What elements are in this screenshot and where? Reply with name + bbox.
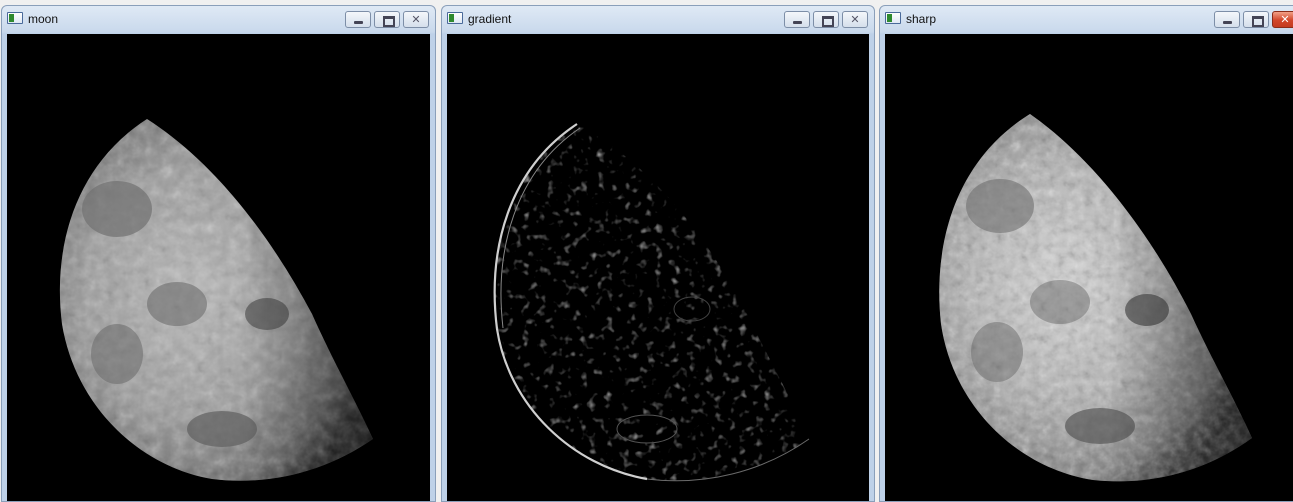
window-title: gradient [468, 12, 512, 26]
close-button[interactable]: ✕ [1272, 11, 1293, 28]
window-title: moon [28, 12, 59, 26]
close-button[interactable]: ✕ [842, 11, 868, 28]
gradient-image [493, 123, 810, 482]
sharp-image-canvas [885, 34, 1293, 501]
minimize-button[interactable] [345, 11, 371, 28]
moon-image-canvas [7, 34, 430, 501]
maximize-button[interactable] [1243, 11, 1269, 28]
close-icon: ✕ [1280, 13, 1290, 26]
moon-window[interactable]: moon ✕ [1, 5, 436, 502]
minimize-button[interactable] [1214, 11, 1240, 28]
app-window-icon [447, 12, 463, 24]
desktop: moon ✕ gradient ✕ sharp ✕ [0, 0, 1293, 502]
moon-window-titlebar[interactable]: moon ✕ [2, 6, 435, 34]
close-icon: ✕ [850, 13, 860, 26]
window-title: sharp [906, 12, 937, 26]
close-button[interactable]: ✕ [403, 11, 429, 28]
close-icon: ✕ [411, 13, 421, 26]
sharp-image [939, 114, 1252, 482]
gradient-window-titlebar[interactable]: gradient ✕ [442, 6, 874, 34]
app-window-icon [885, 12, 901, 24]
sharp-window-titlebar[interactable]: sharp ✕ [880, 6, 1293, 34]
maximize-button[interactable] [813, 11, 839, 28]
app-window-icon [7, 12, 23, 24]
maximize-button[interactable] [374, 11, 400, 28]
minimize-button[interactable] [784, 11, 810, 28]
gradient-window[interactable]: gradient ✕ [441, 5, 875, 502]
moon-image [59, 119, 374, 481]
gradient-image-canvas [447, 34, 869, 501]
sharp-window[interactable]: sharp ✕ [879, 5, 1293, 502]
